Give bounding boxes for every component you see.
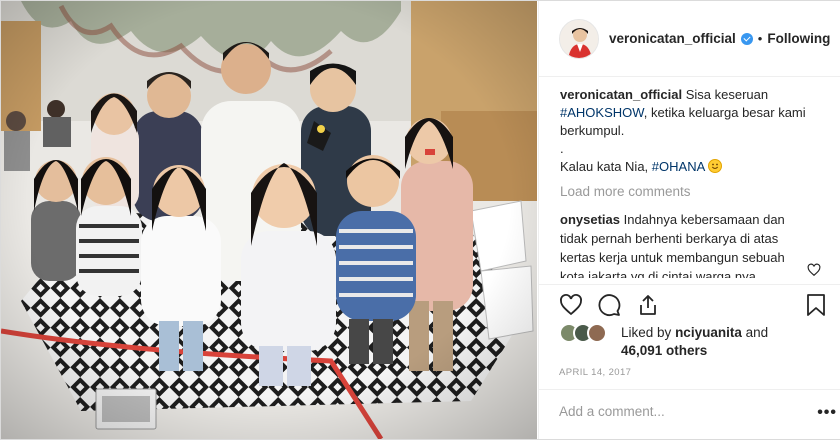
liker-avatars[interactable]: [559, 323, 613, 345]
comment-like-heart-icon[interactable]: [807, 263, 821, 277]
caption: veronicatan_official Sisa keseruan #AHOK…: [560, 86, 821, 176]
add-comment-input[interactable]: Add a comment...: [559, 404, 665, 419]
share-icon[interactable]: [636, 293, 660, 317]
caption-dot-line: .: [560, 141, 564, 156]
add-comment-bar: Add a comment... •••: [539, 389, 840, 439]
caption-text-3: Kalau kata Nia,: [560, 159, 649, 174]
comments-section: veronicatan_official Sisa keseruan #AHOK…: [539, 78, 840, 278]
bookmark-icon[interactable]: [805, 293, 827, 317]
more-options-icon[interactable]: •••: [817, 404, 837, 422]
action-bar: [539, 284, 840, 324]
post-photo[interactable]: [1, 1, 537, 439]
likes-text: Liked by nciyuanita and 46,091 others: [621, 324, 768, 360]
liked-by-user[interactable]: nciyuanita: [675, 325, 742, 340]
heart-icon[interactable]: [559, 293, 583, 317]
header-separator: •: [757, 31, 763, 46]
liker-avatar: [587, 323, 607, 343]
comment-icon[interactable]: [597, 293, 621, 317]
caption-text-1: Sisa keseruan: [685, 87, 769, 102]
verified-badge-icon: [740, 32, 753, 45]
following-button[interactable]: Following: [767, 31, 830, 46]
comment-username[interactable]: onysetias: [560, 212, 620, 227]
comment-item: onysetias Indahnya kebersamaan dan tidak…: [560, 210, 821, 278]
family-group-photo: [1, 1, 537, 439]
caption-username[interactable]: veronicatan_official: [560, 87, 682, 102]
likes-others-count[interactable]: 46,091 others: [621, 343, 707, 358]
header-username[interactable]: veronicatan_official: [609, 31, 736, 46]
post-header: veronicatan_official • Following: [539, 1, 840, 77]
load-more-comments-link[interactable]: Load more comments: [560, 184, 821, 204]
avatar[interactable]: [559, 18, 599, 59]
avatar-image: [560, 19, 598, 58]
instagram-post: veronicatan_official • Following veronic…: [0, 0, 840, 440]
likes-summary: Liked by nciyuanita and 46,091 others: [559, 321, 829, 361]
hashtag-ohana[interactable]: #OHANA: [652, 159, 705, 174]
post-sidebar: veronicatan_official • Following veronic…: [538, 1, 840, 439]
likes-and: and: [745, 325, 769, 340]
liked-by-label: Liked by: [621, 325, 672, 340]
post-date[interactable]: APRIL 14, 2017: [559, 367, 631, 378]
smile-emoji-icon: [708, 159, 723, 173]
hashtag-ahokshow[interactable]: #AHOKSHOW: [560, 105, 644, 120]
